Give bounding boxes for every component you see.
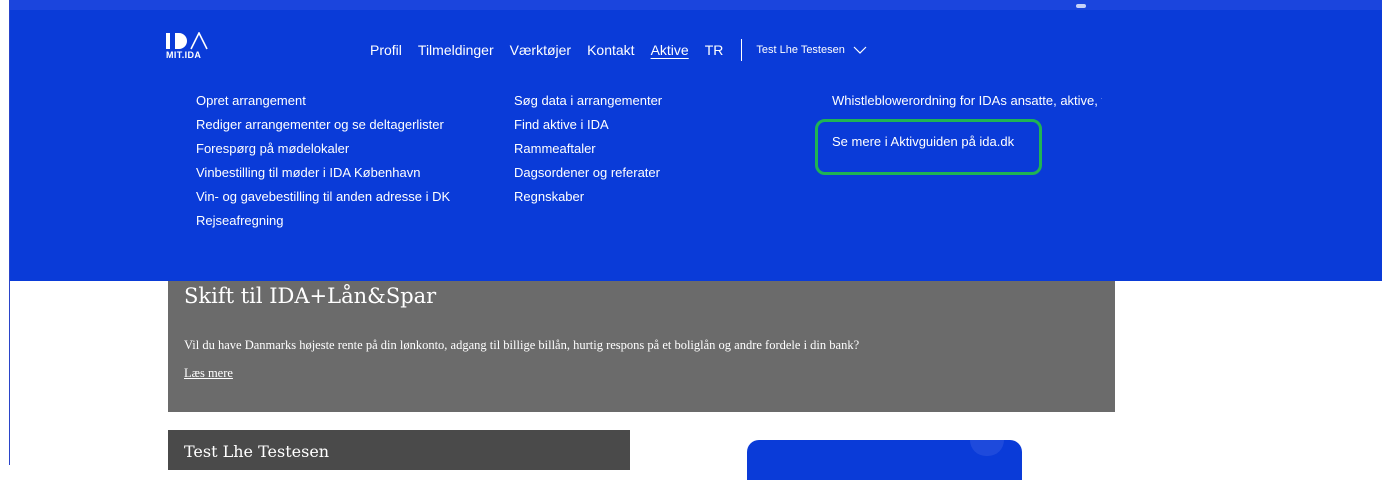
- blue-card: [747, 440, 1022, 480]
- profile-card: Test Lhe Testesen: [168, 430, 630, 470]
- menu-dagsordener[interactable]: Dagsordener og referater: [514, 161, 662, 185]
- nav-aktive[interactable]: Aktive: [651, 42, 689, 58]
- menu-opret-arrangement[interactable]: Opret arrangement: [196, 89, 450, 113]
- chevron-down-icon: [853, 46, 867, 54]
- left-margin: [0, 0, 9, 465]
- logo-text: MIT.IDA: [166, 50, 202, 60]
- user-menu[interactable]: Test Lhe Testesen: [756, 44, 867, 56]
- scroll-indicator-icon: [1076, 4, 1086, 8]
- nav-vaerktoejer[interactable]: Værktøjer: [510, 42, 571, 58]
- dropdown-column-1: Opret arrangement Rediger arrangementer …: [196, 89, 450, 233]
- nav-divider: [741, 39, 743, 61]
- menu-vin-gavebestilling[interactable]: Vin- og gavebestilling til anden adresse…: [196, 185, 450, 209]
- main-menu: Profil Tilmeldinger Værktøjer Kontakt Ak…: [370, 39, 867, 61]
- promo-banner: Skift til IDA+Lån&Spar Vil du have Danma…: [168, 270, 1115, 412]
- menu-rediger-arrangementer[interactable]: Rediger arrangementer og se deltagerlist…: [196, 113, 450, 137]
- top-navigation: MIT.IDA Profil Tilmeldinger Værktøjer Ko…: [10, 0, 1382, 281]
- profile-name: Test Lhe Testesen: [184, 442, 330, 461]
- top-strip: [10, 0, 1382, 10]
- ida-logo[interactable]: MIT.IDA: [166, 32, 216, 64]
- menu-vinbestilling[interactable]: Vinbestilling til møder i IDA København: [196, 161, 450, 185]
- promo-title: Skift til IDA+Lån&Spar: [184, 284, 437, 308]
- menu-regnskaber[interactable]: Regnskaber: [514, 185, 662, 209]
- nav-tr[interactable]: TR: [705, 42, 724, 58]
- promo-body: Vil du have Danmarks højeste rente på di…: [184, 338, 860, 352]
- menu-find-aktive[interactable]: Find aktive i IDA: [514, 113, 662, 137]
- window-border: [9, 0, 10, 465]
- menu-foresporg-modelokaler[interactable]: Forespørg på mødelokaler: [196, 137, 450, 161]
- nav-tilmeldinger[interactable]: Tilmeldinger: [418, 42, 494, 58]
- menu-whistleblower[interactable]: Whistleblowerordning for IDAs ansatte, a…: [832, 93, 1102, 121]
- menu-rammeaftaler[interactable]: Rammeaftaler: [514, 137, 662, 161]
- ida-logo-icon: [166, 32, 208, 50]
- menu-rejseafregning[interactable]: Rejseafregning: [196, 209, 450, 233]
- nav-profil[interactable]: Profil: [370, 42, 402, 58]
- highlight-box: [815, 119, 1042, 175]
- user-name: Test Lhe Testesen: [756, 44, 845, 56]
- menu-sog-data[interactable]: Søg data i arrangementer: [514, 89, 662, 113]
- dropdown-column-2: Søg data i arrangementer Find aktive i I…: [514, 89, 662, 209]
- promo-read-more-link[interactable]: Læs mere: [184, 366, 233, 381]
- card-decoration: [970, 440, 1004, 456]
- nav-kontakt[interactable]: Kontakt: [587, 42, 634, 58]
